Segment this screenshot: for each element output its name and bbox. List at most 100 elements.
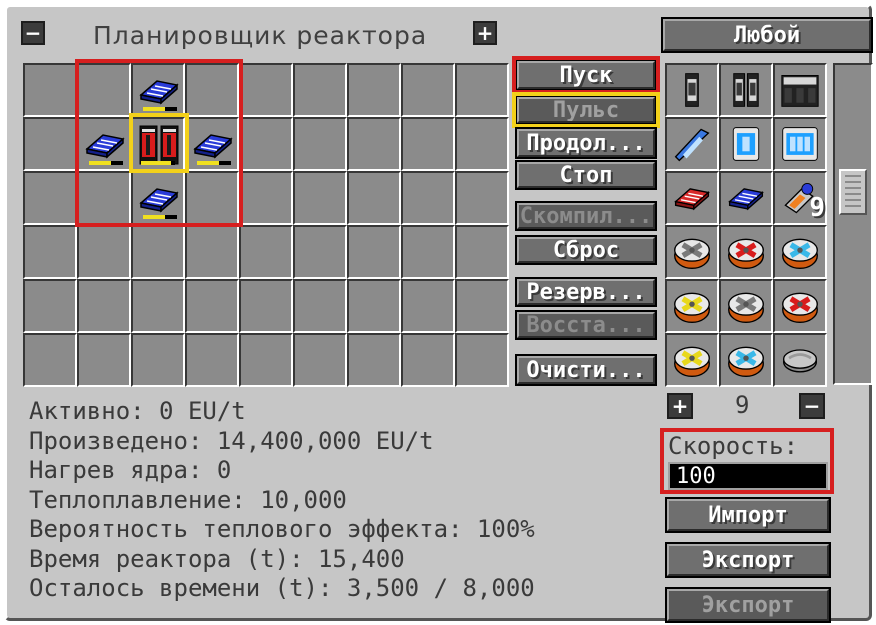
palette-scroll-thumb[interactable] xyxy=(839,169,867,215)
reset-button[interactable]: Сброс xyxy=(515,235,657,265)
page-decrement-button[interactable]: − xyxy=(799,393,825,419)
palette-scrollbar[interactable] xyxy=(833,63,873,385)
palette-slot[interactable] xyxy=(665,117,719,171)
red-heat-exchanger-icon xyxy=(728,238,764,270)
palette-slot[interactable] xyxy=(665,171,719,225)
reactor-slot[interactable] xyxy=(455,333,509,387)
reactor-slot[interactable] xyxy=(185,333,239,387)
blue-heat-vent-icon xyxy=(728,188,764,211)
palette-slot[interactable] xyxy=(719,117,773,171)
triple-coolant-cell-icon xyxy=(782,127,818,161)
reactor-slot[interactable] xyxy=(401,63,455,117)
reactor-slot[interactable] xyxy=(401,279,455,333)
dual-fuel-rod-icon xyxy=(733,73,759,107)
reactor-slot[interactable] xyxy=(185,279,239,333)
reactor-slot[interactable] xyxy=(131,279,185,333)
palette-slot[interactable] xyxy=(719,279,773,333)
blue-heat-exchanger-icon xyxy=(728,346,764,378)
collapse-button[interactable]: − xyxy=(21,21,45,45)
palette-slot[interactable] xyxy=(719,63,773,117)
reactor-slot[interactable] xyxy=(401,225,455,279)
palette-slot[interactable] xyxy=(665,279,719,333)
reactor-slot[interactable] xyxy=(401,171,455,225)
reactor-slot[interactable] xyxy=(185,225,239,279)
palette-slot[interactable]: 9 xyxy=(773,171,827,225)
filter-any-button[interactable]: Любой xyxy=(661,17,873,53)
reactor-slot[interactable] xyxy=(23,171,77,225)
speed-label: Скорость: xyxy=(668,432,799,460)
stop-button[interactable]: Стоп xyxy=(515,160,657,190)
reactor-slot[interactable] xyxy=(23,63,77,117)
pulse-highlight-box xyxy=(512,92,660,128)
reactor-slot[interactable] xyxy=(347,63,401,117)
palette-slot[interactable] xyxy=(773,333,827,387)
reactor-slot[interactable] xyxy=(239,225,293,279)
reactor-slot[interactable] xyxy=(455,63,509,117)
reactor-slot[interactable] xyxy=(347,333,401,387)
stat-line: Активно: 0 EU/t xyxy=(29,397,246,425)
stat-line: Время реактора (t): 15,400 xyxy=(29,544,405,573)
reactor-slot[interactable] xyxy=(23,279,77,333)
palette-slot[interactable] xyxy=(719,333,773,387)
palette-slot[interactable] xyxy=(773,63,827,117)
selected-cell-highlight xyxy=(129,113,189,173)
palette-slot[interactable] xyxy=(773,225,827,279)
restore-button[interactable]: Восста... xyxy=(515,310,657,340)
reactor-slot[interactable] xyxy=(131,333,185,387)
palette-slot[interactable] xyxy=(719,225,773,279)
compile-button[interactable]: Скомпил... xyxy=(515,201,657,231)
reactor-slot[interactable] xyxy=(239,279,293,333)
reactor-planner-window: − Планировщик реактора + Любой Пуск Пуль… xyxy=(4,4,873,623)
stat-line: Нагрев ядра: 0 xyxy=(29,456,232,484)
start-highlight-box xyxy=(512,56,660,94)
reactor-slot[interactable] xyxy=(293,63,347,117)
stat-line: Произведено: 14,400,000 EU/t xyxy=(29,426,434,455)
reactor-slot[interactable] xyxy=(455,279,509,333)
palette-slot[interactable] xyxy=(773,117,827,171)
reactor-slot[interactable] xyxy=(455,225,509,279)
export-button[interactable]: Экспорт xyxy=(665,542,831,578)
reactor-slot[interactable] xyxy=(347,279,401,333)
quad-fuel-rod-icon xyxy=(781,75,819,107)
minus-icon: − xyxy=(803,394,821,418)
clear-button[interactable]: Очисти... xyxy=(515,354,657,386)
reactor-slot[interactable] xyxy=(293,333,347,387)
reactor-slot[interactable] xyxy=(239,333,293,387)
reactor-slot[interactable] xyxy=(23,117,77,171)
reactor-slot[interactable] xyxy=(23,225,77,279)
export-disabled-button[interactable]: Экспорт xyxy=(665,587,831,623)
reactor-slot[interactable] xyxy=(293,279,347,333)
reactor-slot[interactable] xyxy=(401,333,455,387)
reactor-slot[interactable] xyxy=(239,117,293,171)
reactor-slot[interactable] xyxy=(77,333,131,387)
yellow-heat-exchanger-icon xyxy=(674,346,710,378)
page-increment-button[interactable]: + xyxy=(667,393,693,419)
reactor-slot[interactable] xyxy=(77,225,131,279)
reactor-slot[interactable] xyxy=(77,279,131,333)
reactor-slot[interactable] xyxy=(347,171,401,225)
palette-slot[interactable] xyxy=(773,279,827,333)
reactor-slot[interactable] xyxy=(293,225,347,279)
expand-button[interactable]: + xyxy=(473,21,497,45)
reactor-slot[interactable] xyxy=(347,225,401,279)
coolant-cell-icon xyxy=(732,127,760,161)
reactor-slot[interactable] xyxy=(293,171,347,225)
reactor-slot[interactable] xyxy=(455,171,509,225)
reactor-slot[interactable] xyxy=(293,117,347,171)
speed-input[interactable] xyxy=(668,462,828,490)
reactor-slot[interactable] xyxy=(401,117,455,171)
import-button[interactable]: Импорт xyxy=(665,497,831,533)
palette-slot[interactable] xyxy=(665,225,719,279)
reactor-slot[interactable] xyxy=(23,333,77,387)
reactor-slot[interactable] xyxy=(239,171,293,225)
continue-button[interactable]: Продол... xyxy=(515,127,657,159)
palette-slot[interactable] xyxy=(665,63,719,117)
reactor-slot[interactable] xyxy=(347,117,401,171)
reactor-slot[interactable] xyxy=(455,117,509,171)
reactor-slot[interactable] xyxy=(239,63,293,117)
palette-slot[interactable] xyxy=(719,171,773,225)
backup-button[interactable]: Резерв... xyxy=(515,277,657,307)
palette-slot[interactable] xyxy=(665,333,719,387)
reactor-slot[interactable] xyxy=(131,225,185,279)
plus-icon: + xyxy=(476,21,494,45)
